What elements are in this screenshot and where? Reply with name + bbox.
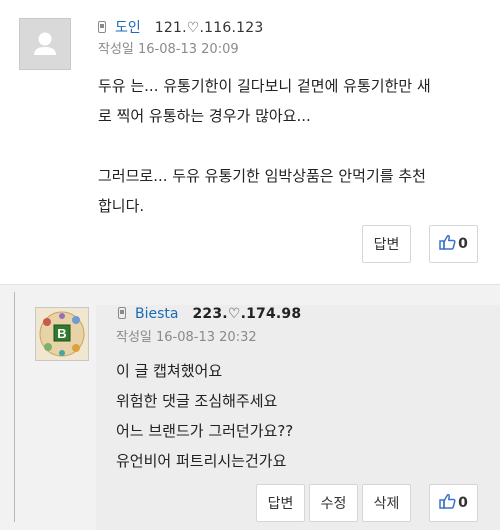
comment-line: 그러므로... 두유 유통기한 임박상품은 안먹기를 추천 <box>98 167 426 185</box>
edit-button[interactable]: 수정 <box>309 484 358 522</box>
user-silhouette-icon <box>34 32 56 55</box>
comment-line: 유언비어 퍼트리시는건가요 <box>116 452 287 470</box>
avatar-letter: B <box>57 326 66 341</box>
comment-line: 두유 는... 유통기한이 길다보니 겉면에 유통기한만 새 <box>98 77 431 95</box>
comment-body: 이 글 캡쳐했어요 위험한 댓글 조심해주세요 어느 브랜드가 그러던가요?? … <box>116 356 293 476</box>
thumbs-up-icon <box>439 493 456 513</box>
reply-indent-line <box>14 292 15 522</box>
ip-address: 121.♡.116.123 <box>154 20 264 36</box>
comment-line: 어느 브랜드가 그러던가요?? <box>116 422 294 440</box>
comment-line: 로 찍어 유통하는 경우가 많아요... <box>98 107 311 125</box>
delete-button[interactable]: 삭제 <box>362 484 411 522</box>
user-avatar[interactable]: B <box>35 307 89 361</box>
like-count: 0 <box>458 236 468 252</box>
thumbs-up-icon <box>439 234 456 254</box>
comment-meta: 도인 121.♡.116.123 <box>98 17 263 37</box>
comment-date: 작성일 16-08-13 20:32 <box>116 330 257 345</box>
ip-address: 223.♡.174.98 <box>192 306 302 322</box>
comment-line <box>98 131 431 161</box>
author-name[interactable]: Biesta <box>135 306 178 322</box>
comment-date: 작성일 16-08-13 20:09 <box>98 42 239 57</box>
mobile-icon <box>98 21 106 33</box>
comment-line: 위험한 댓글 조심해주세요 <box>116 392 278 410</box>
like-count: 0 <box>458 495 468 511</box>
comment-body: 두유 는... 유통기한이 길다보니 겉면에 유통기한만 새 로 찍어 유통하는… <box>98 71 431 221</box>
comment-line: 합니다. <box>98 197 145 215</box>
comment-meta: Biesta 223.♡.174.98 <box>118 306 301 322</box>
reply-button[interactable]: 답변 <box>362 225 411 263</box>
default-avatar[interactable] <box>19 18 71 70</box>
like-button[interactable]: 0 <box>429 225 478 263</box>
mobile-icon <box>118 307 126 319</box>
like-button[interactable]: 0 <box>429 484 478 522</box>
author-name[interactable]: 도인 <box>115 20 141 36</box>
reply-button[interactable]: 답변 <box>256 484 305 522</box>
comment-line: 이 글 캡쳐했어요 <box>116 362 223 380</box>
avatar-emblem-icon: B <box>36 308 88 360</box>
